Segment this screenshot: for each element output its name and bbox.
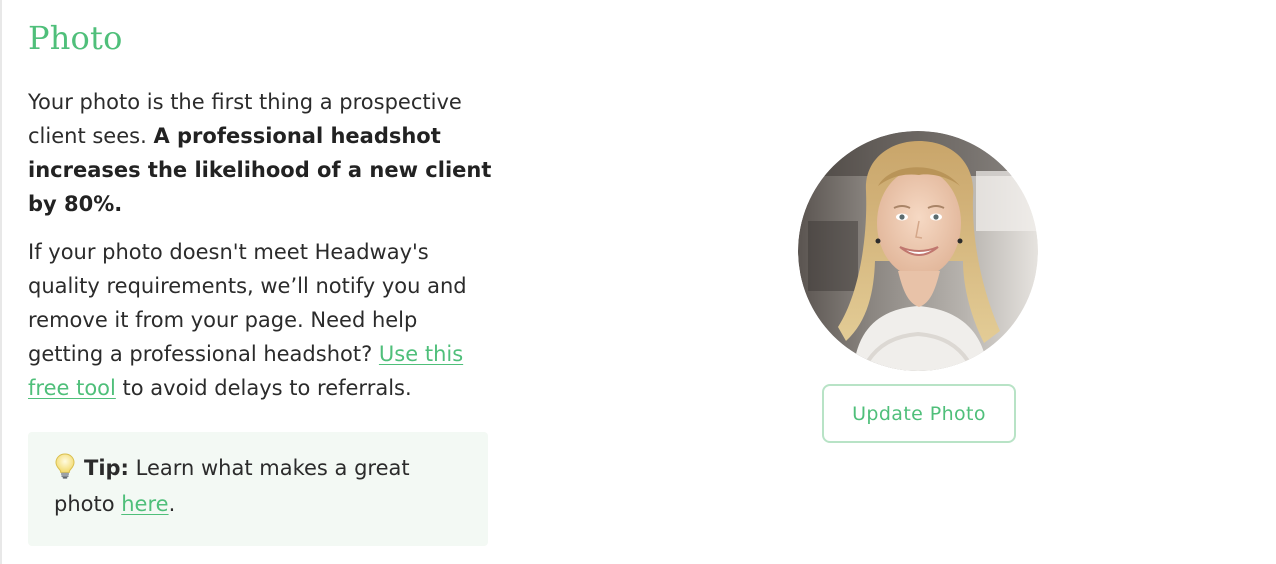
requirements-paragraph: If your photo doesn't meet Headway's qua… xyxy=(28,235,493,405)
tip-label: Tip: xyxy=(84,456,129,480)
tip-trailing: . xyxy=(168,492,176,516)
profile-photo xyxy=(798,131,1038,371)
requirements-trailing-text: to avoid delays to referrals. xyxy=(115,376,412,400)
light-bulb-icon xyxy=(54,453,76,479)
photo-guide-link[interactable]: here xyxy=(121,492,168,516)
update-photo-button[interactable]: Update Photo xyxy=(822,384,1016,443)
avatar xyxy=(798,131,1038,371)
section-title: Photo xyxy=(28,19,123,57)
left-divider xyxy=(0,0,2,564)
intro-paragraph: Your photo is the first thing a prospect… xyxy=(28,85,493,221)
photo-description: Your photo is the first thing a prospect… xyxy=(28,85,493,405)
tip-box: Tip: Learn what makes a great photo here… xyxy=(28,432,488,546)
